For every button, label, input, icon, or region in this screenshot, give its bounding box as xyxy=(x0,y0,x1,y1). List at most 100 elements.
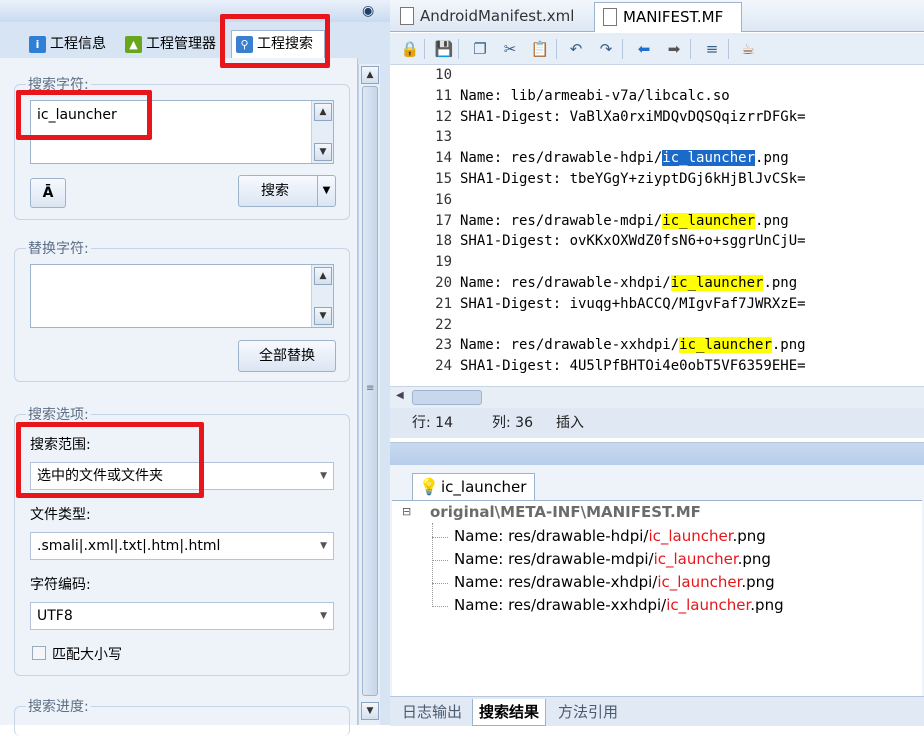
result-item[interactable]: Name: res/drawable-xxhdpi/ic_launcher.pn… xyxy=(454,596,784,614)
code-line[interactable]: 20 Name: res/drawable-xhdpi/ic_launcher.p… xyxy=(390,273,924,294)
line-text: Name: res/drawable-hdpi/ic_launcher.png xyxy=(460,150,789,167)
results-tab-ic-launcher[interactable]: 💡 ic_launcher xyxy=(412,473,536,501)
collapse-icon[interactable]: ⊟ xyxy=(402,505,411,518)
scroll-down-icon[interactable]: ▼ xyxy=(361,702,379,720)
code-line[interactable]: 19 xyxy=(390,252,924,273)
match-text: ic_launcher xyxy=(653,550,738,568)
scroll-up-icon[interactable]: ▲ xyxy=(314,267,332,285)
annotation-box-search-input xyxy=(16,90,152,140)
line-number: 20 xyxy=(435,275,452,291)
result-item[interactable]: Name: res/drawable-mdpi/ic_launcher.png xyxy=(454,550,771,568)
annotation-box-scope xyxy=(16,422,204,498)
file-tab-androidmanifest[interactable]: AndroidManifest.xml xyxy=(392,2,592,32)
file-tabs: AndroidManifest.xml MANIFEST.MF xyxy=(390,0,924,32)
result-file-node[interactable]: original\META-INF\MANIFEST.MF xyxy=(430,503,701,521)
line-number: 24 xyxy=(435,358,452,375)
tab-log-output[interactable]: 日志输出 xyxy=(402,699,462,725)
scroll-down-icon[interactable]: ▼ xyxy=(314,307,332,325)
replace-input[interactable]: ▲ ▼ xyxy=(30,264,334,328)
scroll-left-icon[interactable]: ◀ xyxy=(396,390,404,401)
replace-input-scrollbar[interactable]: ▲ ▼ xyxy=(311,265,333,327)
results-panel: 💡 ic_launcher ⊟ original\META-INF\MANIFE… xyxy=(390,442,924,726)
code-line[interactable]: 21 SHA1-Digest: ivuqg+hbACCQ/MIgvFaf7JWRX… xyxy=(390,294,924,315)
code-line[interactable]: 14 Name: res/drawable-hdpi/ic_launcher.pn… xyxy=(390,148,924,169)
line-text: Name: res/drawable-xhdpi/ic_launcher.png xyxy=(460,275,798,291)
arrow-right-icon[interactable]: ➡ xyxy=(664,39,684,59)
code-line[interactable]: 17 Name: res/drawable-mdpi/ic_launcher.pn… xyxy=(390,211,924,232)
tab-method-references[interactable]: 方法引用 xyxy=(558,699,618,725)
tab-project-manager[interactable]: ▲ 工程管理器 xyxy=(120,30,228,58)
line-number: 13 xyxy=(435,129,452,146)
android-icon: ▲ xyxy=(125,35,142,53)
code-line[interactable]: 11 Name: lib/armeabi-v7a/libcalc.so xyxy=(390,86,924,107)
replace-all-button[interactable]: 全部替换 xyxy=(238,340,336,372)
search-button[interactable]: 搜索 ▼ xyxy=(238,175,336,207)
file-tab-manifest-mf[interactable]: MANIFEST.MF xyxy=(594,2,742,32)
selected-match: ic_launcher xyxy=(662,150,756,167)
copy-icon[interactable]: ❐ xyxy=(470,39,490,59)
lock-icon[interactable]: 🔒 xyxy=(400,39,420,59)
tab-search-results[interactable]: 搜索结果 xyxy=(472,699,547,726)
code-line[interactable]: 13 xyxy=(390,127,924,148)
java-icon[interactable]: ☕ xyxy=(738,39,758,59)
code-editor[interactable]: 10 11 Name: lib/armeabi-v7a/libcalc.so 12 SH… xyxy=(390,66,924,386)
line-number: 15 xyxy=(435,171,452,187)
code-line[interactable]: 10 xyxy=(390,66,924,86)
grip-icon: ≡ xyxy=(366,383,375,394)
filetype-label: 文件类型: xyxy=(30,507,91,523)
match-text: ic_launcher xyxy=(666,596,751,614)
match-case-label: 匹配大小写 xyxy=(52,647,122,663)
tab-project-info[interactable]: i 工程信息 xyxy=(24,30,118,58)
bottom-tabs: 日志输出 搜索结果 方法引用 xyxy=(390,696,924,726)
chevron-down-icon[interactable]: ▼ xyxy=(317,176,335,206)
scroll-down-icon[interactable]: ▼ xyxy=(314,143,332,161)
results-tree: ⊟ original\META-INF\MANIFEST.MF Name: re… xyxy=(392,500,922,696)
scroll-up-icon[interactable]: ▲ xyxy=(361,66,379,84)
code-line[interactable]: 18 SHA1-Digest: ovKKxOXWdZ0fsN6+o+sggrUnC… xyxy=(390,231,924,252)
code-line[interactable]: 24 SHA1-Digest: 4U5lPfBHTOi4e0obT5VF6359E… xyxy=(390,356,924,377)
save-icon[interactable]: 💾 xyxy=(434,39,454,59)
scroll-up-icon[interactable]: ▲ xyxy=(314,103,332,121)
filetype-select[interactable]: .smali|.xml|.txt|.htm|.html ▼ xyxy=(30,532,334,560)
line-number: 12 xyxy=(435,108,452,125)
left-panel-scrollbar[interactable]: ▲ ≡ ▼ xyxy=(358,64,380,725)
line-number: 16 xyxy=(435,191,452,208)
chevron-down-icon: ▼ xyxy=(320,541,327,551)
code-line[interactable]: 16 xyxy=(390,190,924,211)
replace-section-label: 替换字符: xyxy=(26,238,91,258)
left-panel-header: ◉ xyxy=(0,0,390,22)
options-section-label: 搜索选项: xyxy=(26,404,91,424)
scrollbar-thumb[interactable]: ≡ xyxy=(362,86,378,696)
arrow-left-icon[interactable]: ⬅ xyxy=(634,39,654,59)
result-item[interactable]: Name: res/drawable-xhdpi/ic_launcher.png xyxy=(454,573,775,591)
result-item[interactable]: Name: res/drawable-hdpi/ic_launcher.png xyxy=(454,527,766,545)
scrollbar-thumb[interactable] xyxy=(412,390,482,405)
paste-icon[interactable]: 📋 xyxy=(530,39,550,59)
annotation-box-search-tab xyxy=(220,14,330,68)
code-line[interactable]: 23 Name: res/drawable-xxhdpi/ic_launcher.… xyxy=(390,335,924,356)
eye-icon[interactable]: ◉ xyxy=(362,3,384,19)
redo-icon[interactable]: ↷ xyxy=(596,39,616,59)
results-panel-header xyxy=(390,443,924,465)
highlighted-match: ic_launcher xyxy=(679,337,772,354)
editor-horizontal-scrollbar[interactable]: ◀ xyxy=(390,386,924,408)
editor-panel: AndroidManifest.xml MANIFEST.MF 🔒 💾 ❐ ✂ … xyxy=(390,0,924,726)
match-case-checkbox[interactable] xyxy=(32,646,46,660)
cut-icon[interactable]: ✂ xyxy=(500,39,520,59)
line-number: 21 xyxy=(435,295,452,312)
undo-icon[interactable]: ↶ xyxy=(566,39,586,59)
line-text: SHA1-Digest: VaBlXa0rxiMDQvDQSQqizrrDFGk… xyxy=(460,108,806,125)
code-line[interactable]: 22 xyxy=(390,315,924,336)
code-line[interactable]: 15 SHA1-Digest: tbeYGgY+ziyptDGj6kHjBlJvC… xyxy=(390,169,924,190)
search-input-scrollbar[interactable]: ▲ ▼ xyxy=(311,101,333,163)
font-size-icon[interactable]: Ā xyxy=(30,178,66,208)
line-text: SHA1-Digest: ivuqg+hbACCQ/MIgvFaf7JWRXzE… xyxy=(460,295,806,312)
code-line[interactable]: 12 SHA1-Digest: VaBlXa0rxiMDQvDQSQqizrrDF… xyxy=(390,107,924,128)
encoding-select[interactable]: UTF8 ▼ xyxy=(30,602,334,630)
line-text: SHA1-Digest: 4U5lPfBHTOi4e0obT5VF6359EHE… xyxy=(460,358,806,375)
column-indicator: 列: 36 xyxy=(492,415,533,431)
document-icon xyxy=(400,7,414,25)
highlighted-match: ic_launcher xyxy=(670,275,764,291)
info-icon: i xyxy=(29,35,46,53)
format-icon[interactable]: ≡ xyxy=(702,39,722,59)
